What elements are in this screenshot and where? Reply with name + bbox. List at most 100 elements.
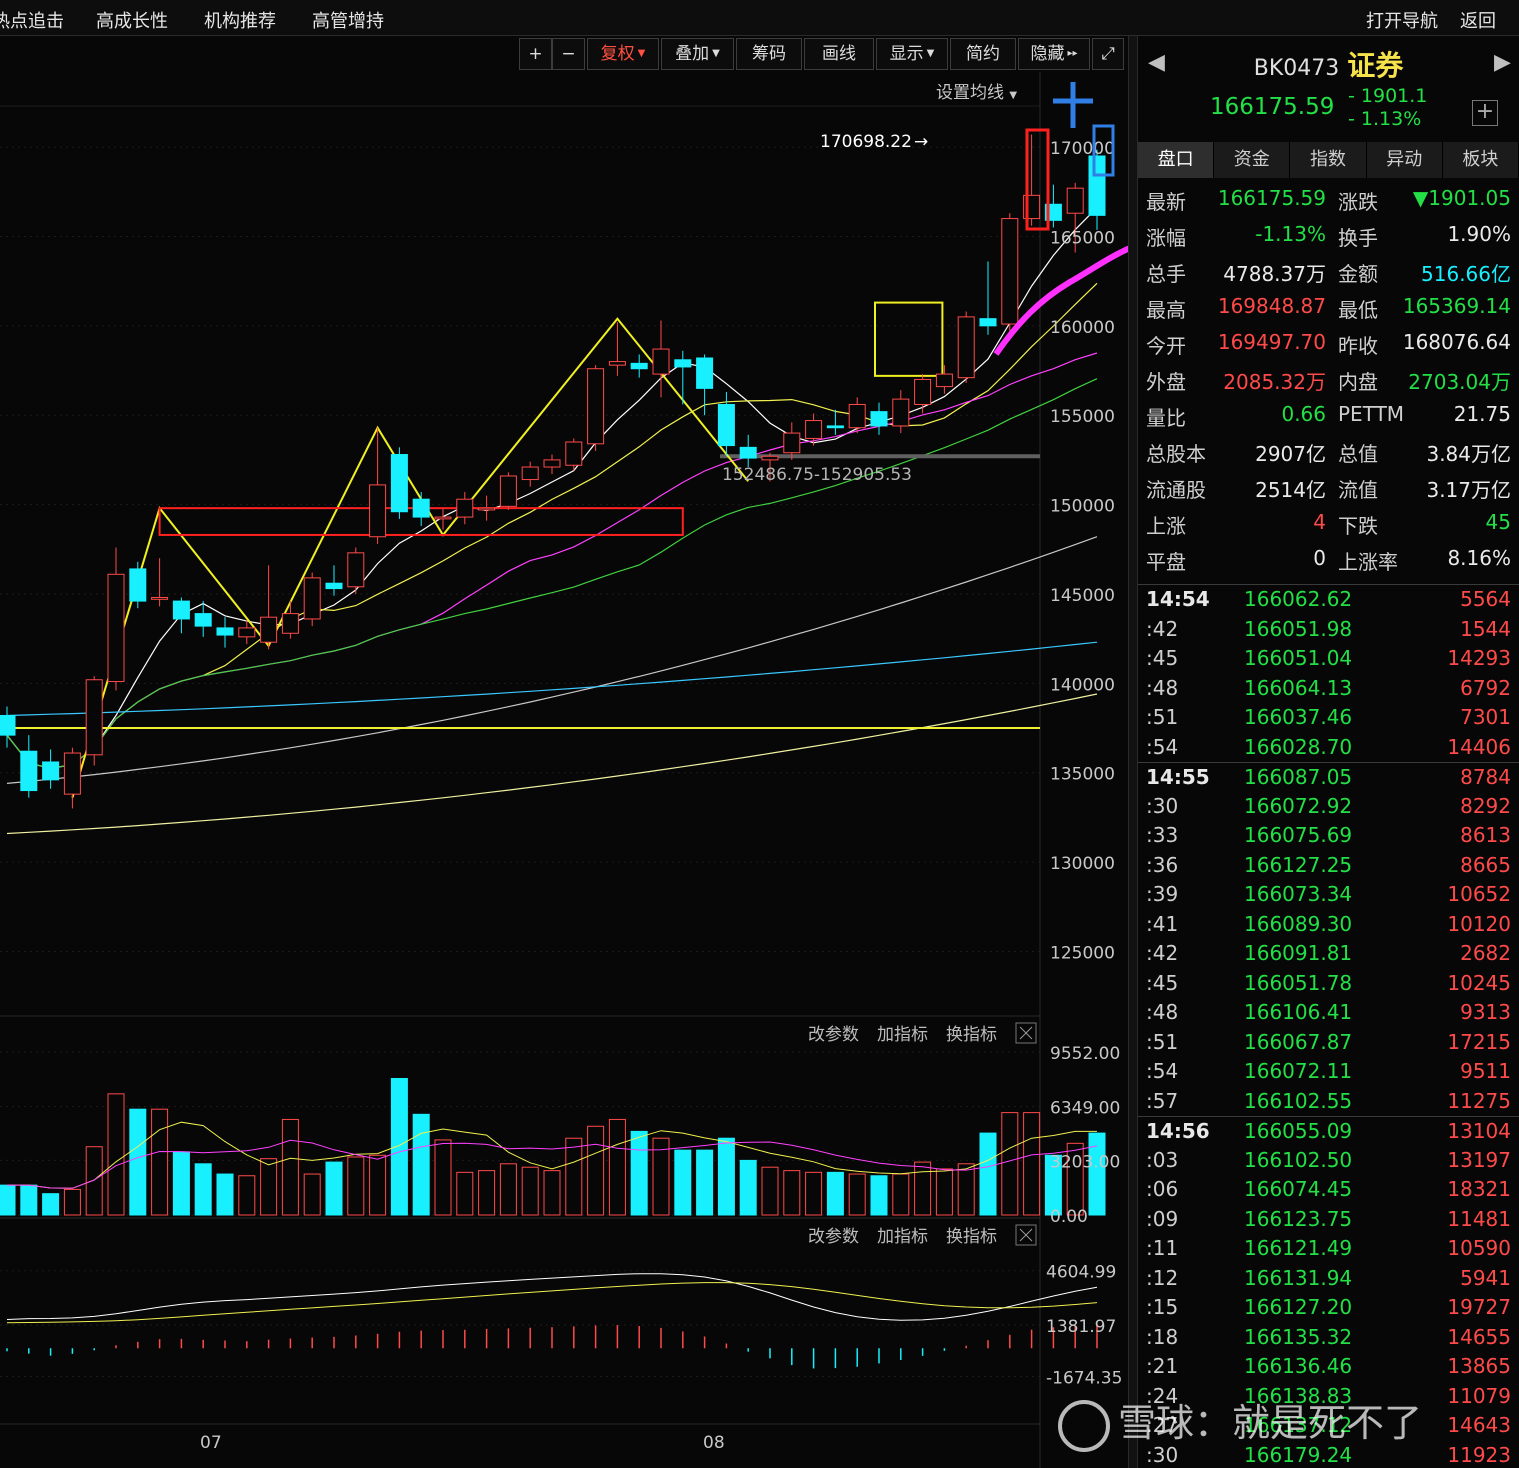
tick-time: 14:55 <box>1146 765 1210 789</box>
volume-bar <box>238 1175 256 1216</box>
price-tick-label: 140000 <box>1050 675 1115 695</box>
tick-volume: 7301 <box>1460 705 1511 729</box>
volume-params-button[interactable]: 改参数 <box>808 1025 859 1045</box>
candle-body <box>979 318 997 327</box>
candle-body <box>630 362 648 370</box>
tick-volume: 5564 <box>1460 587 1511 611</box>
tick-price: 166074.45 <box>1244 1177 1353 1201</box>
volume-close-icon[interactable] <box>1015 1022 1037 1044</box>
candle-body <box>1088 155 1106 216</box>
annotation-drawings <box>0 301 1040 798</box>
x-label-07: 07 <box>200 1433 222 1453</box>
volume-bar <box>783 1170 801 1216</box>
volume-bar <box>281 1118 299 1216</box>
change-percent: - 1.13% <box>1348 108 1422 130</box>
tick-time: :24 <box>1146 1383 1179 1408</box>
change-value: - 1901.1 <box>1348 85 1428 107</box>
panel-divider[interactable] <box>1128 36 1138 1468</box>
quote-value: ▼1901.05 <box>1412 186 1511 210</box>
tick-row: :03 166102.50 13197 <box>1138 1146 1519 1176</box>
candle-body <box>914 378 932 405</box>
quote-value: 8.16% <box>1447 546 1511 570</box>
tick-price: 166072.92 <box>1244 793 1353 818</box>
price-tick-label: 145000 <box>1050 586 1115 606</box>
tick-price: 166087.05 <box>1244 765 1353 789</box>
volume-tick-label: 9552.00 <box>1050 1044 1120 1064</box>
candle-body <box>347 552 365 588</box>
quote-label: 下跌 <box>1338 514 1378 538</box>
volume-bar <box>674 1149 692 1216</box>
kline-chart[interactable]: 170000 165000 160000 155000 150000 145000 1400… <box>0 0 1135 1468</box>
quote-label: 总值 <box>1338 442 1378 466</box>
tab-funds[interactable]: 资金 <box>1214 142 1291 178</box>
tab-index[interactable]: 指数 <box>1290 142 1367 178</box>
candle-body <box>478 507 496 511</box>
tick-row: :33 166075.69 8613 <box>1138 821 1519 851</box>
tick-price: 166051.78 <box>1244 970 1353 995</box>
tick-price: 166051.98 <box>1244 616 1353 641</box>
quote-label: 最高 <box>1146 298 1186 322</box>
tick-time: :45 <box>1146 646 1179 670</box>
tick-time: :48 <box>1146 675 1179 700</box>
plus-square-icon[interactable]: + <box>1472 100 1498 126</box>
tick-row: :41 166089.30 10120 <box>1138 910 1519 940</box>
tick-price: 166127.20 <box>1244 1295 1353 1319</box>
tick-list[interactable]: 14:54 166062.62 5564:42 166051.98 1544:45 166… <box>1138 584 1519 1468</box>
volume-add-indicator-button[interactable]: 加指标 <box>877 1025 928 1045</box>
next-stock-icon[interactable]: ▶ <box>1494 50 1511 75</box>
tick-time: :15 <box>1146 1295 1179 1319</box>
tick-volume: 11079 <box>1447 1383 1511 1408</box>
quote-value: 168076.64 <box>1402 330 1511 354</box>
candle-body <box>608 361 626 366</box>
candle-body <box>456 498 474 518</box>
tick-row: :21 166136.46 13865 <box>1138 1352 1519 1382</box>
volume-bar <box>20 1184 38 1216</box>
tick-row: 14:54 166062.62 5564 <box>1138 585 1519 615</box>
tick-row: :51 166037.46 7301 <box>1138 703 1519 733</box>
candle-body <box>761 455 779 461</box>
tick-volume: 10652 <box>1447 882 1511 906</box>
tick-row: :24 166138.83 11079 <box>1138 1382 1519 1412</box>
candle-body <box>717 403 735 447</box>
quote-value: 1.90% <box>1447 222 1511 246</box>
volume-bar <box>107 1093 125 1216</box>
quote-value: 3.84万亿 <box>1426 442 1511 466</box>
back-button[interactable]: 返回 <box>1460 7 1496 33</box>
volume-switch-indicator-button[interactable]: 换指标 <box>946 1025 997 1045</box>
tick-volume: 8665 <box>1460 852 1511 877</box>
tick-volume: 11923 <box>1447 1442 1511 1467</box>
tick-volume: 1544 <box>1460 616 1511 641</box>
tick-price: 166102.55 <box>1244 1088 1353 1113</box>
tick-volume: 13197 <box>1447 1147 1511 1172</box>
stock-title: BK0473 证券 <box>1138 44 1519 84</box>
candles <box>0 134 1106 809</box>
quote-row: 平盘 0 上涨率 8.16% <box>1138 542 1519 578</box>
tick-volume: 10245 <box>1447 970 1511 995</box>
tick-price: 166102.50 <box>1244 1147 1353 1172</box>
tick-volume: 5941 <box>1460 1265 1511 1290</box>
macd-switch-indicator-button[interactable]: 换指标 <box>946 1227 997 1247</box>
macd-close-icon[interactable] <box>1015 1224 1037 1246</box>
tab-movement[interactable]: 异动 <box>1367 142 1443 178</box>
tick-row: :12 166131.94 5941 <box>1138 1264 1519 1294</box>
macd-params-button[interactable]: 改参数 <box>808 1227 859 1247</box>
tab-pankou[interactable]: 盘口 <box>1138 142 1215 178</box>
open-nav-button[interactable]: 打开导航 <box>1366 7 1438 33</box>
candle-body <box>260 616 278 643</box>
quote-label: 内盘 <box>1338 370 1378 394</box>
tick-time: :03 <box>1146 1147 1179 1172</box>
tick-row: :36 166127.25 8665 <box>1138 851 1519 881</box>
candle-body <box>935 373 953 388</box>
tick-row: :30 166072.92 8292 <box>1138 792 1519 822</box>
macd-tick-label: -1674.35 <box>1046 1368 1122 1388</box>
volume-bar <box>369 1154 387 1216</box>
macd-histogram <box>6 1273 1098 1369</box>
quote-panel: ◀ BK0473 证券 ▶ 166175.59 - 1901.1 - 1.13% … <box>1138 36 1519 1468</box>
quote-label: 最低 <box>1338 298 1378 322</box>
macd-tick-label: 1381.97 <box>1046 1317 1116 1337</box>
macd-add-indicator-button[interactable]: 加指标 <box>877 1227 928 1247</box>
tab-sector[interactable]: 板块 <box>1443 142 1519 178</box>
volume-bars <box>0 1077 1106 1216</box>
tick-price: 166072.11 <box>1244 1059 1353 1083</box>
volume-bar <box>521 1166 539 1216</box>
